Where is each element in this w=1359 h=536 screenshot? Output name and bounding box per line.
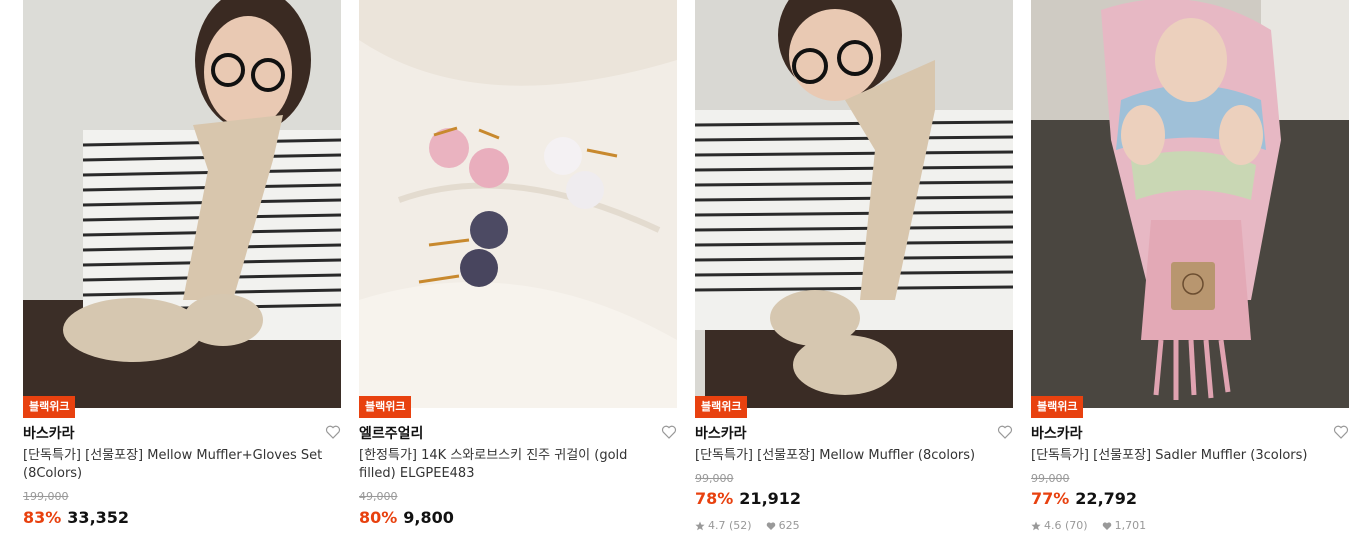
brand-name[interactable]: 바스카라 [695,423,747,443]
rating-value: 4.6 [1044,519,1062,532]
heart-icon[interactable] [997,424,1013,440]
price-row: 77% 22,792 [1031,489,1137,508]
product-grid: 블랙위크 바스카라 [단독특가] [선물포장] Mellow Muffler+G… [0,0,1359,536]
rating-row: 4.7 (52) 625 [695,519,800,532]
star-icon [695,521,705,530]
heart-icon[interactable] [1333,424,1349,440]
brand-name[interactable]: 엘르주얼리 [359,423,423,443]
product-name[interactable]: [단독특가] [선물포장] Mellow Muffler (8colors) [695,447,995,465]
black-week-badge: 블랙위크 [1031,396,1084,418]
product-name[interactable]: [한정특가] 14K 스와로브스키 진주 귀걸이 (gold filled) E… [359,447,659,483]
product-name[interactable]: [단독특가] [선물포장] Sadler Muffler (3colors) [1031,447,1331,465]
brand-name[interactable]: 바스카라 [23,423,75,443]
discount-rate: 77% [1031,489,1070,508]
rating-value: 4.7 [708,519,726,532]
review-count: (52) [729,519,752,532]
discount-rate: 80% [359,508,398,527]
sale-price: 21,912 [739,489,802,508]
star-icon [1031,521,1041,530]
black-week-badge: 블랙위크 [695,396,748,418]
price-row: 80% 9,800 [359,508,454,527]
rating-row: 4.6 (70) 1,701 [1031,519,1146,532]
like-count: 1,701 [1114,519,1147,532]
product-image[interactable] [695,0,1013,408]
black-week-badge: 블랙위크 [23,396,76,418]
original-price: 49,000 [359,490,398,503]
product-card[interactable]: 블랙위크 엘르주얼리 [한정특가] 14K 스와로브스키 진주 귀걸이 (gol… [359,0,677,536]
product-image[interactable] [359,0,677,408]
sale-price: 22,792 [1075,489,1138,508]
heart-icon[interactable] [325,424,341,440]
product-image[interactable] [23,0,341,408]
heart-icon [1102,521,1111,530]
brand-name[interactable]: 바스카라 [1031,423,1083,443]
product-card[interactable]: 블랙위크 바스카라 [단독특가] [선물포장] Sadler Muffler (… [1031,0,1349,536]
discount-rate: 78% [695,489,734,508]
discount-rate: 83% [23,508,62,527]
like-count: 625 [778,519,800,532]
original-price: 99,000 [695,472,734,485]
price-row: 83% 33,352 [23,508,129,527]
product-card[interactable]: 블랙위크 바스카라 [단독특가] [선물포장] Mellow Muffler (… [695,0,1013,536]
product-image[interactable] [1031,0,1349,408]
heart-icon [766,521,775,530]
review-count: (70) [1065,519,1088,532]
black-week-badge: 블랙위크 [359,396,412,418]
product-name[interactable]: [단독특가] [선물포장] Mellow Muffler+Gloves Set … [23,447,323,483]
heart-icon[interactable] [661,424,677,440]
sale-price: 33,352 [67,508,130,527]
price-row: 78% 21,912 [695,489,801,508]
sale-price: 9,800 [403,508,454,527]
original-price: 199,000 [23,490,69,503]
product-card[interactable]: 블랙위크 바스카라 [단독특가] [선물포장] Mellow Muffler+G… [23,0,341,536]
original-price: 99,000 [1031,472,1070,485]
